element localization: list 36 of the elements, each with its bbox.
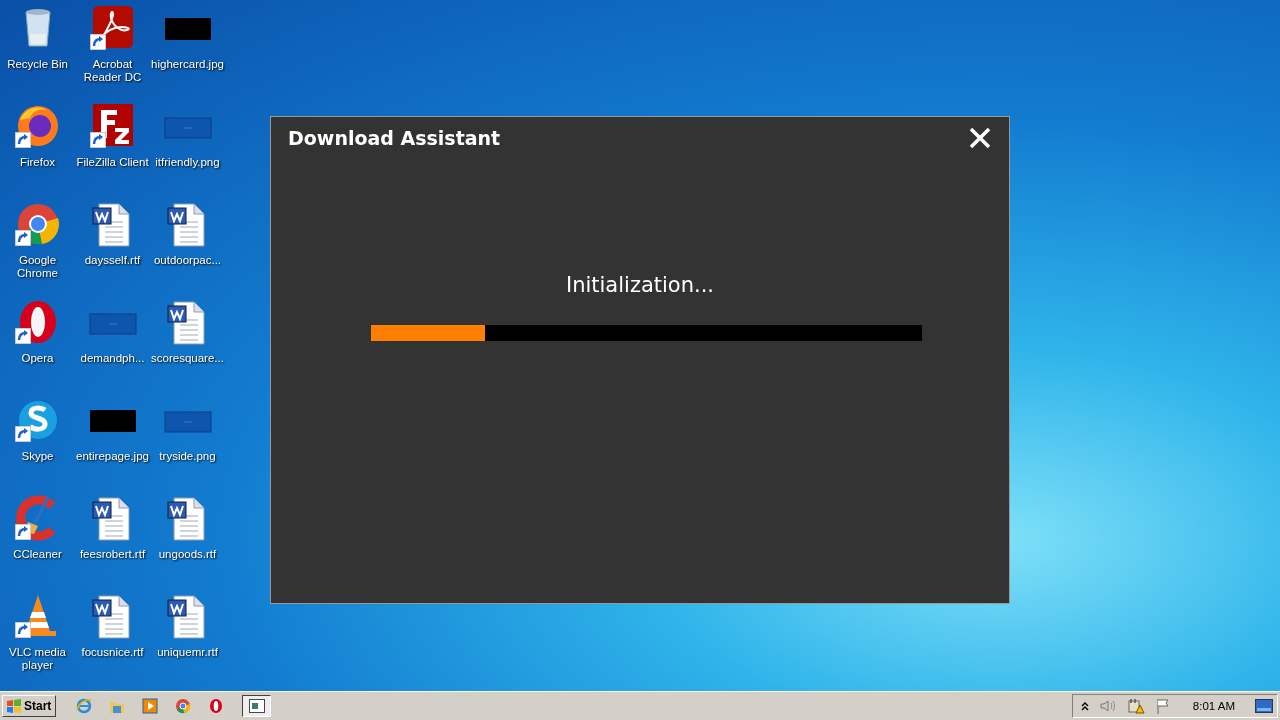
icon-label[interactable]: Recycle Bin [7,58,68,71]
icon-label[interactable]: Acrobat Reader DC [75,58,150,84]
icon-label[interactable]: focusnice.rtf [81,646,144,659]
icon-label[interactable]: highercard.jpg [151,58,224,71]
dialog-title: Download Assistant [288,127,501,149]
browser-icon[interactable] [175,698,192,714]
clock[interactable]: 8:01 AM [1192,700,1235,712]
icon-label[interactable]: Opera [21,352,54,365]
taskbar-window-button[interactable] [242,695,272,717]
play-icon[interactable] [142,698,159,714]
status-text: Initialization... [565,273,715,297]
icon-label[interactable]: Google Chrome [0,254,75,280]
icon-label[interactable]: Firefox [19,156,56,169]
icon-label[interactable]: uniquemr.rtf [157,646,218,659]
icon-label[interactable]: daysself.rtf [84,254,141,267]
icon-label[interactable]: entirepage.jpg [76,450,149,463]
close-icon[interactable] [969,127,991,149]
icon-label[interactable]: itfriendly.png [155,156,220,169]
flag-icon[interactable] [1154,698,1171,714]
show-desktop-icon[interactable] [1255,699,1273,713]
icon-label[interactable]: scoresquare... [151,352,224,365]
chevron-up-icon[interactable] [1080,701,1089,711]
windows-logo-icon [6,699,22,713]
start-button[interactable]: Start [2,695,57,717]
icon-label[interactable]: tryside.png [159,450,216,463]
browser-icon[interactable] [208,698,225,714]
icon-label[interactable]: Skype [21,450,54,463]
icon-label[interactable]: ungoods.rtf [158,548,217,561]
network-warning-icon[interactable] [1126,698,1145,714]
icon-label[interactable]: feesrobert.rtf [79,548,146,561]
icon-label[interactable]: outdoorpac... [153,254,222,267]
icon-label[interactable]: CCleaner [13,548,62,561]
icon-label[interactable]: VLC media player [0,646,75,672]
icon-label[interactable]: FileZilla Client [76,156,149,169]
window-icon [248,699,265,713]
icon-label[interactable]: demandph... [80,352,145,365]
